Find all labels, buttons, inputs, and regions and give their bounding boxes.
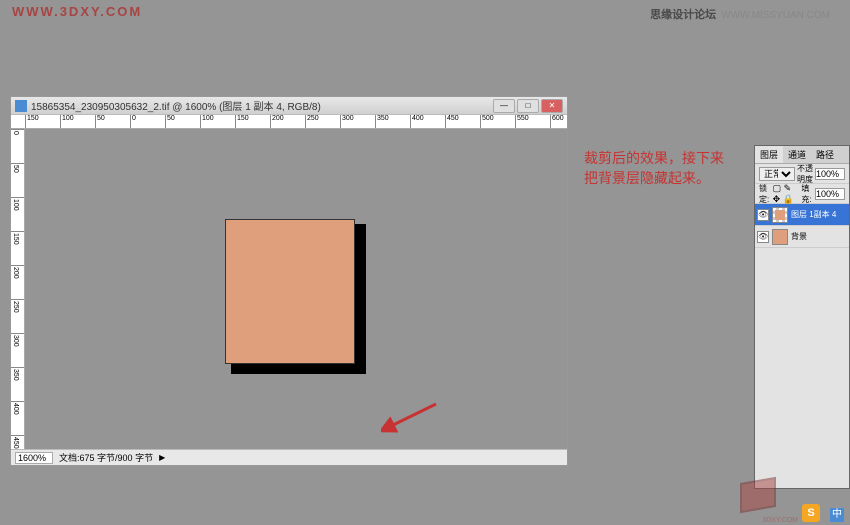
lock-icons[interactable]: ▢ ✎ ✥ 🔒: [773, 183, 800, 205]
shape-layer[interactable]: [225, 219, 355, 364]
lock-label: 锁定:: [759, 183, 771, 205]
zoom-level[interactable]: 1600%: [15, 452, 53, 464]
footer-logos: 3DXY.COM S 中: [740, 480, 844, 522]
app-icon: [15, 100, 27, 112]
maximize-button[interactable]: □: [517, 99, 539, 113]
lock-row: 锁定: ▢ ✎ ✥ 🔒 填充:: [755, 184, 849, 204]
ruler-horizontal: 1501005005010015020025030035040045050055…: [11, 115, 567, 129]
document-info: 文档:675 字节/900 字节: [59, 451, 153, 464]
titlebar: 15865354_230950305632_2.tif @ 1600% (图层 …: [11, 97, 567, 115]
tab-paths[interactable]: 路径: [811, 146, 839, 163]
blend-mode-select[interactable]: 正常: [759, 167, 795, 181]
layer-item[interactable]: 👁 图层 1副本 4: [755, 204, 849, 226]
layer-item[interactable]: 👁 背景: [755, 226, 849, 248]
fill-input[interactable]: [815, 188, 845, 200]
logo-s-icon: S: [802, 504, 820, 522]
document-window: 15865354_230950305632_2.tif @ 1600% (图层 …: [10, 96, 568, 466]
annotation-arrow-icon: [381, 399, 441, 439]
panel-empty-area: [755, 248, 849, 488]
layer-name: 背景: [791, 231, 807, 242]
watermark-left: WWW.3DXY.COM: [12, 4, 142, 19]
blend-row: 正常 不透明度: [755, 164, 849, 184]
layer-thumbnail: [772, 207, 788, 223]
layer-name: 图层 1副本 4: [791, 209, 836, 220]
document-title: 15865354_230950305632_2.tif @ 1600% (图层 …: [31, 98, 493, 113]
tab-layers[interactable]: 图层: [755, 146, 783, 163]
canvas[interactable]: [25, 129, 567, 449]
layer-thumbnail: [772, 229, 788, 245]
panel-tabs: 图层 通道 路径: [755, 146, 849, 164]
visibility-icon[interactable]: 👁: [757, 231, 769, 243]
close-button[interactable]: ✕: [541, 99, 563, 113]
minimize-button[interactable]: —: [493, 99, 515, 113]
annotation-text: 裁剪后的效果，接下来把背景层隐藏起来。: [584, 148, 734, 188]
info-arrow-icon[interactable]: ▶: [159, 453, 165, 462]
logo-3dxy: 3DXY.COM: [740, 480, 792, 522]
opacity-input[interactable]: [815, 168, 845, 180]
fill-label: 填充:: [801, 183, 813, 205]
ruler-vertical: 050100150200250300350400450: [11, 129, 25, 449]
statusbar: 1600% 文档:675 字节/900 字节 ▶: [11, 449, 567, 465]
tab-channels[interactable]: 通道: [783, 146, 811, 163]
opacity-label: 不透明度: [797, 163, 813, 185]
visibility-icon[interactable]: 👁: [757, 209, 769, 221]
logo-zh-icon: 中: [830, 508, 844, 522]
layers-panel: 图层 通道 路径 正常 不透明度 锁定: ▢ ✎ ✥ 🔒 填充: 👁 图层 1副…: [754, 145, 850, 489]
watermark-right: 思缘设计论坛WWW.MISSYUAN.COM: [650, 6, 830, 22]
